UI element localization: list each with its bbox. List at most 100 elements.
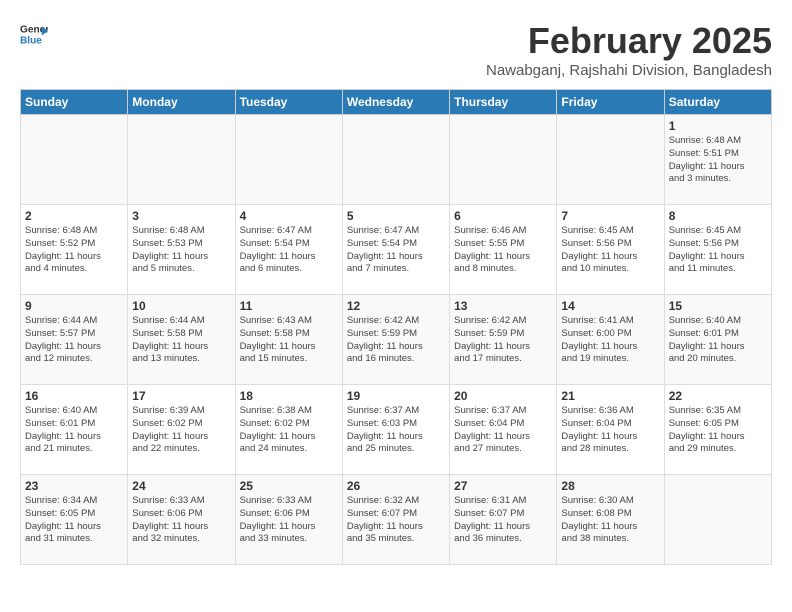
day-header-sunday: Sunday [21, 90, 128, 115]
day-number: 13 [454, 299, 552, 313]
day-info: Sunrise: 6:44 AM Sunset: 5:57 PM Dayligh… [25, 315, 123, 366]
day-info: Sunrise: 6:46 AM Sunset: 5:55 PM Dayligh… [454, 225, 552, 276]
calendar-cell: 9 Sunrise: 6:44 AM Sunset: 5:57 PM Daylig… [21, 295, 128, 385]
day-info: Sunrise: 6:30 AM Sunset: 6:08 PM Dayligh… [561, 495, 659, 546]
calendar-cell: 13 Sunrise: 6:42 AM Sunset: 5:59 PM Dayli… [450, 295, 557, 385]
day-number: 26 [347, 479, 445, 493]
calendar-week-4: 16 Sunrise: 6:40 AM Sunset: 6:01 PM Dayli… [21, 385, 772, 475]
calendar-cell [128, 115, 235, 205]
calendar-cell: 7 Sunrise: 6:45 AM Sunset: 5:56 PM Daylig… [557, 205, 664, 295]
calendar-cell: 27 Sunrise: 6:31 AM Sunset: 6:07 PM Dayli… [450, 475, 557, 565]
calendar-cell: 20 Sunrise: 6:37 AM Sunset: 6:04 PM Dayli… [450, 385, 557, 475]
calendar-cell: 3 Sunrise: 6:48 AM Sunset: 5:53 PM Daylig… [128, 205, 235, 295]
day-info: Sunrise: 6:33 AM Sunset: 6:06 PM Dayligh… [132, 495, 230, 546]
day-info: Sunrise: 6:45 AM Sunset: 5:56 PM Dayligh… [561, 225, 659, 276]
calendar-cell: 21 Sunrise: 6:36 AM Sunset: 6:04 PM Dayli… [557, 385, 664, 475]
day-info: Sunrise: 6:48 AM Sunset: 5:52 PM Dayligh… [25, 225, 123, 276]
day-info: Sunrise: 6:38 AM Sunset: 6:02 PM Dayligh… [240, 405, 338, 456]
calendar-cell: 11Sunrise: 6:43 AM Sunset: 5:58 PM Dayli… [235, 295, 342, 385]
calendar-week-2: 2 Sunrise: 6:48 AM Sunset: 5:52 PM Daylig… [21, 205, 772, 295]
day-info: Sunrise: 6:42 AM Sunset: 5:59 PM Dayligh… [454, 315, 552, 366]
day-number: 19 [347, 389, 445, 403]
day-header-friday: Friday [557, 90, 664, 115]
day-number: 3 [132, 209, 230, 223]
month-title: February 2025 [486, 20, 772, 62]
day-info: Sunrise: 6:39 AM Sunset: 6:02 PM Dayligh… [132, 405, 230, 456]
day-number: 11 [240, 299, 338, 313]
day-number: 25 [240, 479, 338, 493]
day-number: 1 [669, 119, 767, 133]
day-header-wednesday: Wednesday [342, 90, 449, 115]
calendar-cell: 12Sunrise: 6:42 AM Sunset: 5:59 PM Dayli… [342, 295, 449, 385]
calendar-body: 1 Sunrise: 6:48 AM Sunset: 5:51 PM Daylig… [21, 115, 772, 565]
logo-icon: General Blue [20, 20, 48, 48]
calendar-cell: 2 Sunrise: 6:48 AM Sunset: 5:52 PM Daylig… [21, 205, 128, 295]
calendar-cell: 24 Sunrise: 6:33 AM Sunset: 6:06 PM Dayli… [128, 475, 235, 565]
day-number: 20 [454, 389, 552, 403]
day-header-saturday: Saturday [664, 90, 771, 115]
day-number: 15 [669, 299, 767, 313]
day-info: Sunrise: 6:31 AM Sunset: 6:07 PM Dayligh… [454, 495, 552, 546]
day-number: 21 [561, 389, 659, 403]
calendar-cell: 25 Sunrise: 6:33 AM Sunset: 6:06 PM Dayli… [235, 475, 342, 565]
day-number: 7 [561, 209, 659, 223]
day-info: Sunrise: 6:35 AM Sunset: 6:05 PM Dayligh… [669, 405, 767, 456]
day-number: 14 [561, 299, 659, 313]
calendar-cell [664, 475, 771, 565]
day-info: Sunrise: 6:40 AM Sunset: 6:01 PM Dayligh… [669, 315, 767, 366]
calendar-week-3: 9 Sunrise: 6:44 AM Sunset: 5:57 PM Daylig… [21, 295, 772, 385]
day-info: Sunrise: 6:40 AM Sunset: 6:01 PM Dayligh… [25, 405, 123, 456]
calendar-week-1: 1 Sunrise: 6:48 AM Sunset: 5:51 PM Daylig… [21, 115, 772, 205]
day-number: 2 [25, 209, 123, 223]
calendar-table: SundayMondayTuesdayWednesdayThursdayFrid… [20, 89, 772, 565]
day-info: Sunrise: 6:48 AM Sunset: 5:53 PM Dayligh… [132, 225, 230, 276]
day-number: 16 [25, 389, 123, 403]
title-area: February 2025 Nawabganj, Rajshahi Divisi… [486, 20, 772, 79]
day-number: 24 [132, 479, 230, 493]
calendar-cell: 19 Sunrise: 6:37 AM Sunset: 6:03 PM Dayli… [342, 385, 449, 475]
day-number: 17 [132, 389, 230, 403]
calendar-cell: 16 Sunrise: 6:40 AM Sunset: 6:01 PM Dayli… [21, 385, 128, 475]
day-number: 4 [240, 209, 338, 223]
calendar-cell [21, 115, 128, 205]
header: General Blue February 2025 Nawabganj, Ra… [20, 20, 772, 79]
calendar-cell: 6 Sunrise: 6:46 AM Sunset: 5:55 PM Daylig… [450, 205, 557, 295]
day-number: 18 [240, 389, 338, 403]
day-number: 8 [669, 209, 767, 223]
calendar-cell: 10Sunrise: 6:44 AM Sunset: 5:58 PM Dayli… [128, 295, 235, 385]
svg-text:Blue: Blue [20, 35, 42, 46]
calendar-cell [450, 115, 557, 205]
day-header-tuesday: Tuesday [235, 90, 342, 115]
day-number: 9 [25, 299, 123, 313]
calendar-cell: 22 Sunrise: 6:35 AM Sunset: 6:05 PM Dayli… [664, 385, 771, 475]
day-info: Sunrise: 6:36 AM Sunset: 6:04 PM Dayligh… [561, 405, 659, 456]
calendar-cell: 4Sunrise: 6:47 AM Sunset: 5:54 PM Daylig… [235, 205, 342, 295]
day-number: 27 [454, 479, 552, 493]
calendar-week-5: 23Sunrise: 6:34 AM Sunset: 6:05 PM Dayli… [21, 475, 772, 565]
day-info: Sunrise: 6:33 AM Sunset: 6:06 PM Dayligh… [240, 495, 338, 546]
day-number: 12 [347, 299, 445, 313]
calendar-cell: 18 Sunrise: 6:38 AM Sunset: 6:02 PM Dayli… [235, 385, 342, 475]
calendar-cell: 28 Sunrise: 6:30 AM Sunset: 6:08 PM Dayli… [557, 475, 664, 565]
day-header-monday: Monday [128, 90, 235, 115]
day-info: Sunrise: 6:47 AM Sunset: 5:54 PM Dayligh… [347, 225, 445, 276]
day-info: Sunrise: 6:37 AM Sunset: 6:04 PM Dayligh… [454, 405, 552, 456]
day-info: Sunrise: 6:48 AM Sunset: 5:51 PM Dayligh… [669, 135, 767, 186]
day-number: 6 [454, 209, 552, 223]
calendar-cell: 1 Sunrise: 6:48 AM Sunset: 5:51 PM Daylig… [664, 115, 771, 205]
day-number: 28 [561, 479, 659, 493]
day-info: Sunrise: 6:45 AM Sunset: 5:56 PM Dayligh… [669, 225, 767, 276]
calendar-cell: 8 Sunrise: 6:45 AM Sunset: 5:56 PM Daylig… [664, 205, 771, 295]
day-number: 22 [669, 389, 767, 403]
calendar-header-row: SundayMondayTuesdayWednesdayThursdayFrid… [21, 90, 772, 115]
calendar-cell [557, 115, 664, 205]
day-info: Sunrise: 6:34 AM Sunset: 6:05 PM Dayligh… [25, 495, 123, 546]
day-number: 10 [132, 299, 230, 313]
calendar-cell: 17 Sunrise: 6:39 AM Sunset: 6:02 PM Dayli… [128, 385, 235, 475]
day-number: 5 [347, 209, 445, 223]
calendar-cell [342, 115, 449, 205]
calendar-cell: 5 Sunrise: 6:47 AM Sunset: 5:54 PM Daylig… [342, 205, 449, 295]
day-info: Sunrise: 6:41 AM Sunset: 6:00 PM Dayligh… [561, 315, 659, 366]
day-info: Sunrise: 6:37 AM Sunset: 6:03 PM Dayligh… [347, 405, 445, 456]
calendar-cell: 15 Sunrise: 6:40 AM Sunset: 6:01 PM Dayli… [664, 295, 771, 385]
